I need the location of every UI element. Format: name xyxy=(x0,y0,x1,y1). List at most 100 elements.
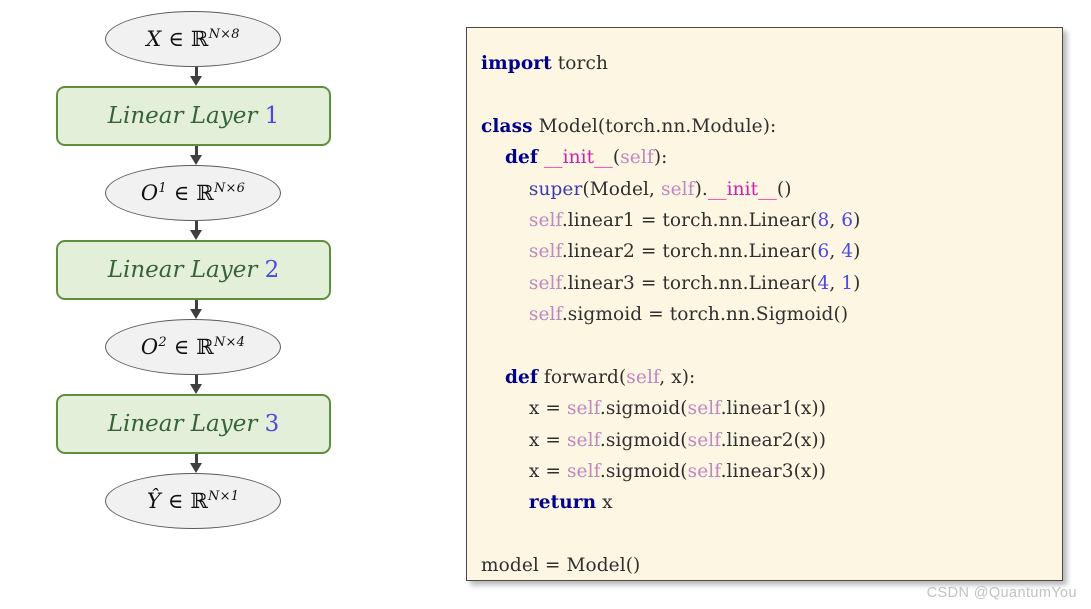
code-token: () xyxy=(776,178,792,200)
code-token: , xyxy=(829,209,842,231)
code-token: self xyxy=(687,429,721,451)
tensor-label: O1 ∈ ℝN×6 xyxy=(140,181,246,205)
code-token: return xyxy=(528,492,597,514)
code-token: .sigmoid( xyxy=(599,429,688,451)
code-token: .linear2 = torch.nn.Linear( xyxy=(561,241,818,263)
code-line: model = Model() xyxy=(481,550,1062,580)
code-line: self.linear2 = torch.nn.Linear(6, 4) xyxy=(481,236,1062,267)
code-line: x = self.sigmoid(self.linear1(x)) xyxy=(481,393,1062,424)
code-token: .linear2(x)) xyxy=(720,429,827,451)
code-token: self xyxy=(566,429,600,451)
tensor-label: O2 ∈ ℝN×4 xyxy=(140,335,246,359)
network-architecture-diagram: X ∈ ℝN×8 Linear Layer 1 O1 ∈ ℝN×6 Linear La… xyxy=(0,0,440,609)
code-token: 6 xyxy=(841,209,854,231)
tensor-node-input-tensor: X ∈ ℝN×8 xyxy=(105,11,281,67)
code-token: self xyxy=(528,241,562,263)
code-token: __init__ xyxy=(543,147,613,169)
arrow-head xyxy=(190,463,202,473)
code-line: x = self.sigmoid(self.linear3(x)) xyxy=(481,456,1062,487)
code-token: torch xyxy=(551,53,608,74)
code-line: self.sigmoid = torch.nn.Sigmoid() xyxy=(481,299,1062,330)
code-token: def xyxy=(504,147,538,169)
watermark: CSDN @QuantumYou xyxy=(926,585,1077,601)
code-block: import torch class Model(torch.nn.Module)… xyxy=(467,28,1062,580)
code-token: def xyxy=(504,366,538,388)
flow-arrow-icon xyxy=(190,454,204,473)
code-token: ) xyxy=(853,241,861,263)
layer-label: Linear Layer 1 xyxy=(107,103,280,129)
arrow-head xyxy=(190,155,202,165)
code-panel: import torch class Model(torch.nn.Module)… xyxy=(466,27,1063,581)
code-line: class Model(torch.nn.Module): xyxy=(481,111,1062,142)
code-token: class xyxy=(481,115,533,137)
code-token: 6 xyxy=(817,241,830,263)
code-token: 8 xyxy=(817,209,830,231)
code-token: , xyxy=(829,241,842,263)
code-token: .sigmoid = torch.nn.Sigmoid() xyxy=(561,304,849,326)
code-token: 4 xyxy=(841,241,854,263)
code-token: ): xyxy=(653,147,668,169)
code-token: , xyxy=(829,272,842,294)
flow-arrow-icon xyxy=(190,146,204,165)
code-token: self xyxy=(528,304,562,326)
flow-arrow-icon xyxy=(190,67,204,86)
code-token: self xyxy=(687,398,721,420)
code-token: .sigmoid( xyxy=(599,461,688,483)
code-token: (Model, xyxy=(582,178,661,200)
code-token: .linear3 = torch.nn.Linear( xyxy=(561,272,818,294)
code-line: def __init__(self): xyxy=(481,142,1062,173)
tensor-label: Ŷ ∈ ℝN×1 xyxy=(146,489,240,513)
code-token: self xyxy=(566,461,600,483)
code-token: __init__ xyxy=(707,178,777,200)
code-token: ) xyxy=(853,272,861,294)
tensor-node-output-2-tensor: O2 ∈ ℝN×4 xyxy=(105,319,281,375)
code-line: self.linear3 = torch.nn.Linear(4, 1) xyxy=(481,268,1062,299)
code-token: ) xyxy=(853,209,861,231)
code-token: forward( xyxy=(537,366,627,388)
code-token: , x): xyxy=(659,366,696,388)
code-token: self xyxy=(660,178,695,200)
code-token: Model(torch.nn.Module): xyxy=(532,115,777,137)
code-line: def forward(self, x): xyxy=(481,362,1062,393)
code-token: 4 xyxy=(817,272,830,294)
code-token: self xyxy=(566,398,600,420)
layer-label: Linear Layer 2 xyxy=(107,257,280,283)
code-line: x = self.sigmoid(self.linear2(x)) xyxy=(481,425,1062,456)
code-token: import xyxy=(481,53,552,74)
flow-arrow-icon xyxy=(190,221,204,240)
code-token: x = xyxy=(481,429,567,451)
code-token: x = xyxy=(481,398,567,420)
code-token: 1 xyxy=(841,272,854,294)
arrow-head xyxy=(190,76,202,86)
flow-arrow-icon xyxy=(190,300,204,319)
code-token: self xyxy=(528,272,562,294)
code-token: self xyxy=(620,147,654,169)
code-line: super(Model, self).__init__() xyxy=(481,174,1062,205)
code-token: self xyxy=(528,209,562,231)
layer-node-linear-layer-2: Linear Layer 2 xyxy=(56,240,331,300)
code-token: x xyxy=(596,492,613,514)
layer-node-linear-layer-3: Linear Layer 3 xyxy=(56,394,331,454)
flow-arrow-icon xyxy=(190,375,204,394)
layer-node-linear-layer-1: Linear Layer 1 xyxy=(56,86,331,146)
code-token: ). xyxy=(694,178,708,200)
code-token: super xyxy=(528,178,583,200)
code-token: .linear1(x)) xyxy=(720,398,827,420)
code-line: return x xyxy=(481,487,1062,518)
code-token: .linear1 = torch.nn.Linear( xyxy=(561,209,818,231)
code-token: self xyxy=(626,366,660,388)
code-token: .sigmoid( xyxy=(599,398,688,420)
code-line: self.linear1 = torch.nn.Linear(8, 6) xyxy=(481,205,1062,236)
arrow-head xyxy=(190,309,202,319)
tensor-label: X ∈ ℝN×8 xyxy=(146,27,240,51)
code-token: self xyxy=(687,461,721,483)
